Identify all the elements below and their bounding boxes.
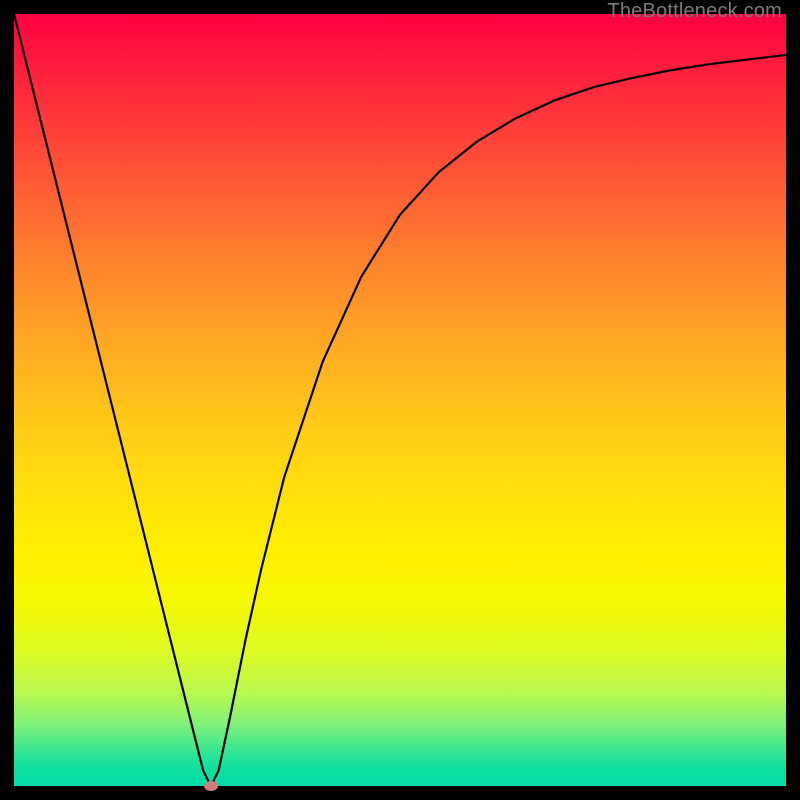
plot-area [14,14,786,786]
minimum-marker [204,781,218,791]
watermark-text: TheBottleneck.com [607,0,782,23]
chart-frame [14,14,786,786]
curve-layer [14,14,786,786]
bottleneck-curve [14,14,786,786]
